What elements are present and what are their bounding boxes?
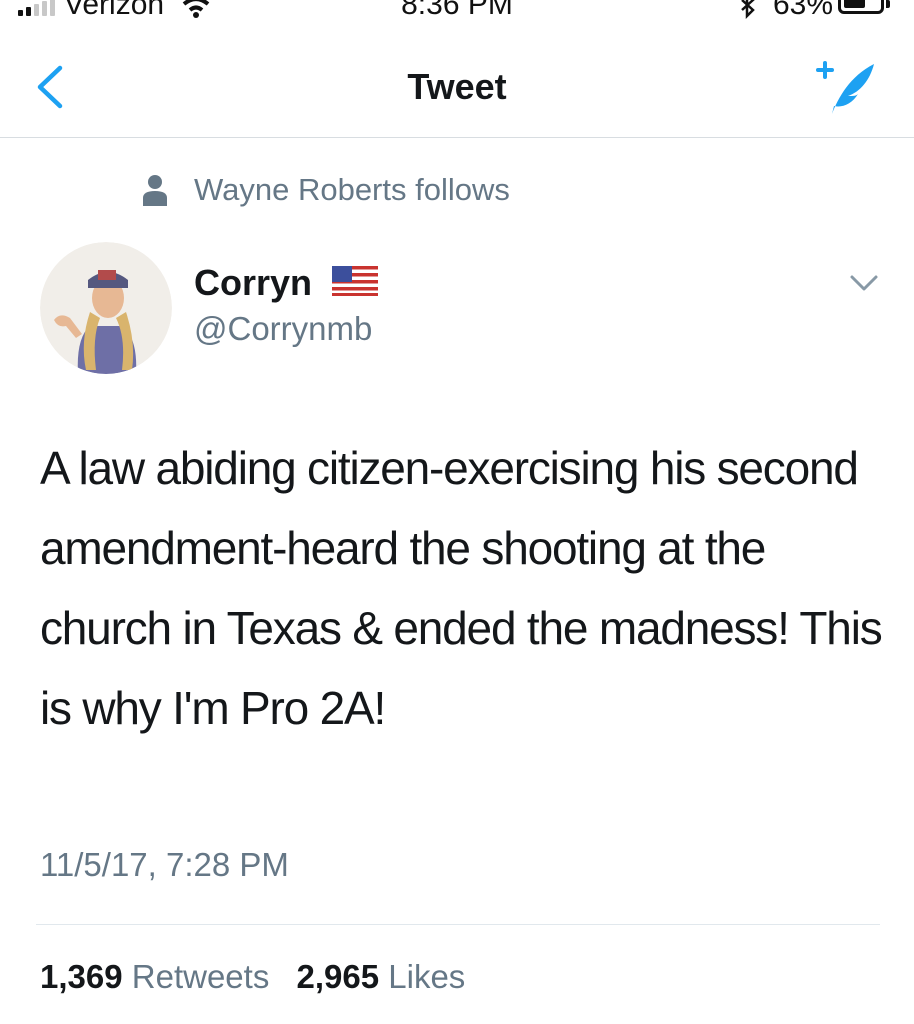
social-context-text: Wayne Roberts follows (194, 172, 510, 207)
likes-label: Likes (388, 958, 466, 995)
compose-tweet-icon[interactable] (808, 56, 880, 120)
battery-tip (886, 0, 890, 8)
retweets-label: Retweets (131, 958, 270, 995)
battery-percentage: 63% (773, 0, 834, 21)
person-icon (143, 175, 167, 206)
navigation-bar: Tweet (0, 28, 914, 138)
likes-stat[interactable]: 2,965 Likes (297, 958, 466, 995)
page-title: Tweet (407, 66, 507, 107)
retweets-count: 1,369 (40, 958, 123, 995)
likes-count: 2,965 (296, 958, 380, 995)
us-flag-icon (332, 266, 378, 296)
user-handle[interactable]: @Corrynmb (194, 310, 372, 348)
divider (36, 924, 880, 925)
tweet-stats: 1,369 Retweets 2,965 Likes (40, 958, 483, 996)
retweets-stat[interactable]: 1,369 Retweets (40, 958, 269, 995)
status-bar: Verizon 8:36 PM 63% (0, 0, 914, 28)
chevron-down-icon[interactable] (848, 270, 880, 296)
tweet-text: A law abiding citizen-exercising his sec… (40, 442, 883, 734)
battery-icon (838, 0, 884, 14)
tweet-timestamp: 11/5/17, 7:28 PM (40, 846, 289, 883)
avatar[interactable] (40, 242, 172, 374)
bluetooth-icon (741, 0, 755, 20)
display-name[interactable]: Corryn (194, 262, 312, 304)
